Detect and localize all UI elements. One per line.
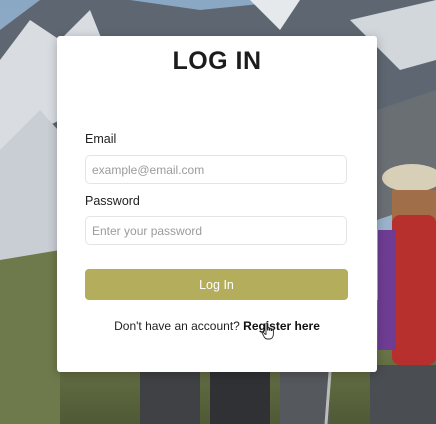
- password-label: Password: [85, 194, 140, 208]
- email-input[interactable]: [85, 155, 347, 184]
- login-button[interactable]: Log In: [85, 269, 348, 300]
- login-card: LOG IN Email Password Log In Don't have …: [57, 36, 377, 372]
- email-label: Email: [85, 132, 117, 146]
- hand-pointer-icon: [261, 322, 274, 340]
- register-link[interactable]: Register here: [243, 319, 320, 333]
- no-account-text: Don't have an account?: [114, 319, 240, 333]
- register-prompt: Don't have an account? Register here: [57, 319, 377, 333]
- password-input[interactable]: [85, 216, 347, 245]
- page-title: LOG IN: [172, 47, 262, 75]
